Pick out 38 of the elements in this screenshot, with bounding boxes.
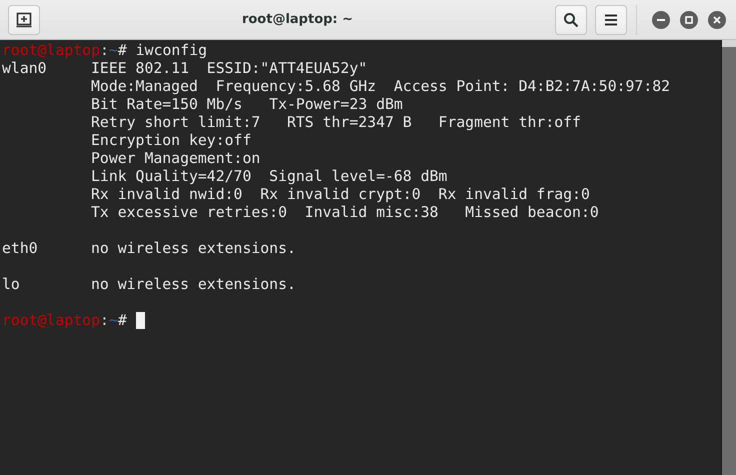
new-tab-button[interactable] (8, 4, 40, 34)
minimize-icon (657, 18, 665, 20)
close-icon (713, 16, 721, 24)
scrollbar[interactable] (721, 40, 736, 475)
menu-button[interactable] (595, 4, 627, 34)
output-line: Power Management:on (91, 150, 260, 168)
search-button[interactable] (555, 4, 587, 34)
menu-icon (604, 14, 618, 26)
output-line: Retry short limit:7 RTS thr=2347 B Fragment thr:off (91, 114, 581, 132)
prompt-path: ~ (108, 312, 118, 330)
prompt-symbol: # (118, 42, 127, 60)
prompt-colon: : (100, 42, 109, 60)
maximize-button[interactable] (680, 10, 698, 28)
output-line: Mode:Managed Frequency:5.68 GHz Access Point: D4:B2:7A:50:97:82 (91, 78, 670, 96)
maximize-icon (685, 16, 693, 24)
prompt-colon: : (100, 312, 109, 330)
output-line: Link Quality=42/70 Signal level=-68 dBm (91, 168, 448, 186)
prompt-user-host: root@laptop (2, 42, 100, 60)
output-line: Encryption key:off (91, 132, 252, 150)
prompt-path: ~ (108, 42, 118, 60)
scrollbar-thumb[interactable] (722, 40, 736, 47)
command-text: iwconfig (136, 42, 208, 60)
search-icon (563, 12, 579, 28)
interface-name: wlan0 (2, 60, 47, 77)
prompt-user-host: root@laptop (2, 312, 100, 330)
output-line: Bit Rate=150 Mb/s Tx-Power=23 dBm (91, 96, 403, 114)
output-line: IEEE 802.11 ESSID:"ATT4EUA52y" (91, 60, 368, 78)
interface-name: lo (2, 276, 20, 293)
output-line: no wireless extensions. (91, 240, 296, 258)
minimize-button[interactable] (652, 10, 670, 28)
output-line: Tx excessive retries:0 Invalid misc:38 Missed beacon:0 (91, 204, 599, 222)
output-line: Rx invalid nwid:0 Rx invalid crypt:0 Rx invalid frag:0 (91, 186, 590, 204)
prompt-symbol: # (118, 312, 127, 330)
interface-name: eth0 (2, 240, 38, 257)
window-title: root@laptop: ~ (240, 12, 354, 27)
close-button[interactable] (708, 10, 726, 28)
new-tab-icon (16, 12, 32, 28)
output-line: no wireless extensions. (91, 276, 296, 294)
